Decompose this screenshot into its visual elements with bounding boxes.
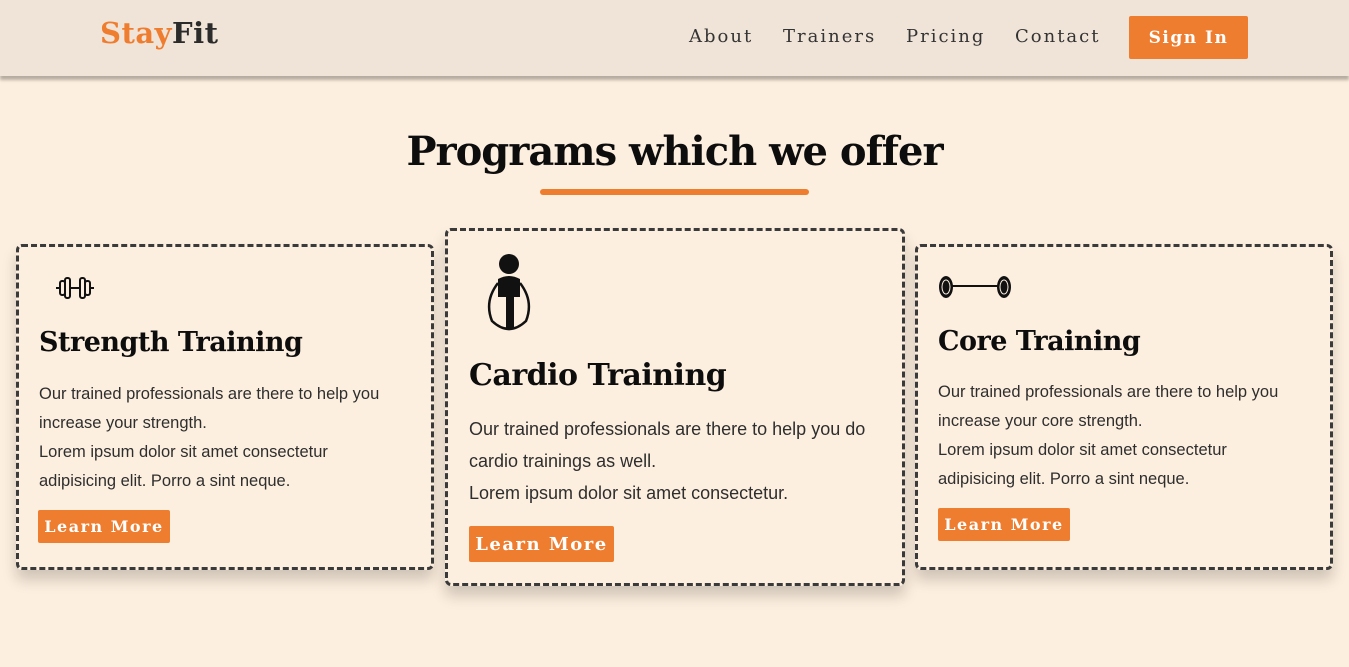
card-description: Our trained professionals are there to h… xyxy=(938,378,1278,494)
card-text-line: Lorem ipsum dolor sit amet consectetur. xyxy=(469,483,789,503)
title-underline xyxy=(540,189,809,195)
card-description: Our trained professionals are there to h… xyxy=(39,380,379,496)
program-card-core: Core Training Our trained professionals … xyxy=(915,244,1333,570)
card-text-line: increase your strength. xyxy=(39,414,207,432)
jump-rope-icon xyxy=(484,251,534,338)
card-text-line: Lorem ipsum dolor sit amet consectetur xyxy=(938,441,1227,459)
nav-trainers[interactable]: Trainers xyxy=(783,26,876,47)
dumbbell-icon xyxy=(55,275,95,306)
learn-more-button[interactable]: Learn More xyxy=(38,510,170,543)
card-title: Core Training xyxy=(938,326,1141,357)
learn-more-button[interactable]: Learn More xyxy=(469,526,614,562)
brand-part-stay: Stay xyxy=(100,16,172,50)
card-text-line: adipisicing elit. Porro a sint neque. xyxy=(938,470,1190,488)
nav-contact[interactable]: Contact xyxy=(1015,26,1100,47)
card-text-line: cardio trainings as well. xyxy=(469,451,657,471)
card-text-line: Lorem ipsum dolor sit amet consectetur xyxy=(39,443,328,461)
program-card-strength: Strength Training Our trained profession… xyxy=(16,244,434,570)
card-title: Cardio Training xyxy=(469,358,727,393)
navbar: StayFit About Trainers Pricing Contact S… xyxy=(0,0,1349,76)
card-text-line: Our trained professionals are there to h… xyxy=(469,419,866,439)
card-description: Our trained professionals are there to h… xyxy=(469,413,865,509)
card-text-line: increase your core strength. xyxy=(938,412,1143,430)
card-title: Strength Training xyxy=(39,327,303,358)
nav-about[interactable]: About xyxy=(689,26,753,47)
card-text-line: Our trained professionals are there to h… xyxy=(39,385,380,403)
program-card-cardio: Cardio Training Our trained professional… xyxy=(445,228,905,586)
nav-pricing[interactable]: Pricing xyxy=(906,26,985,47)
section-title: Programs which we offer xyxy=(406,128,943,175)
barbell-icon xyxy=(938,274,1012,305)
sign-in-button[interactable]: Sign In xyxy=(1129,16,1248,59)
card-text-line: Our trained professionals are there to h… xyxy=(938,383,1279,401)
brand-logo[interactable]: StayFit xyxy=(100,16,219,50)
card-text-line: adipisicing elit. Porro a sint neque. xyxy=(39,472,291,490)
learn-more-button[interactable]: Learn More xyxy=(938,508,1070,541)
brand-part-fit: Fit xyxy=(171,16,219,50)
